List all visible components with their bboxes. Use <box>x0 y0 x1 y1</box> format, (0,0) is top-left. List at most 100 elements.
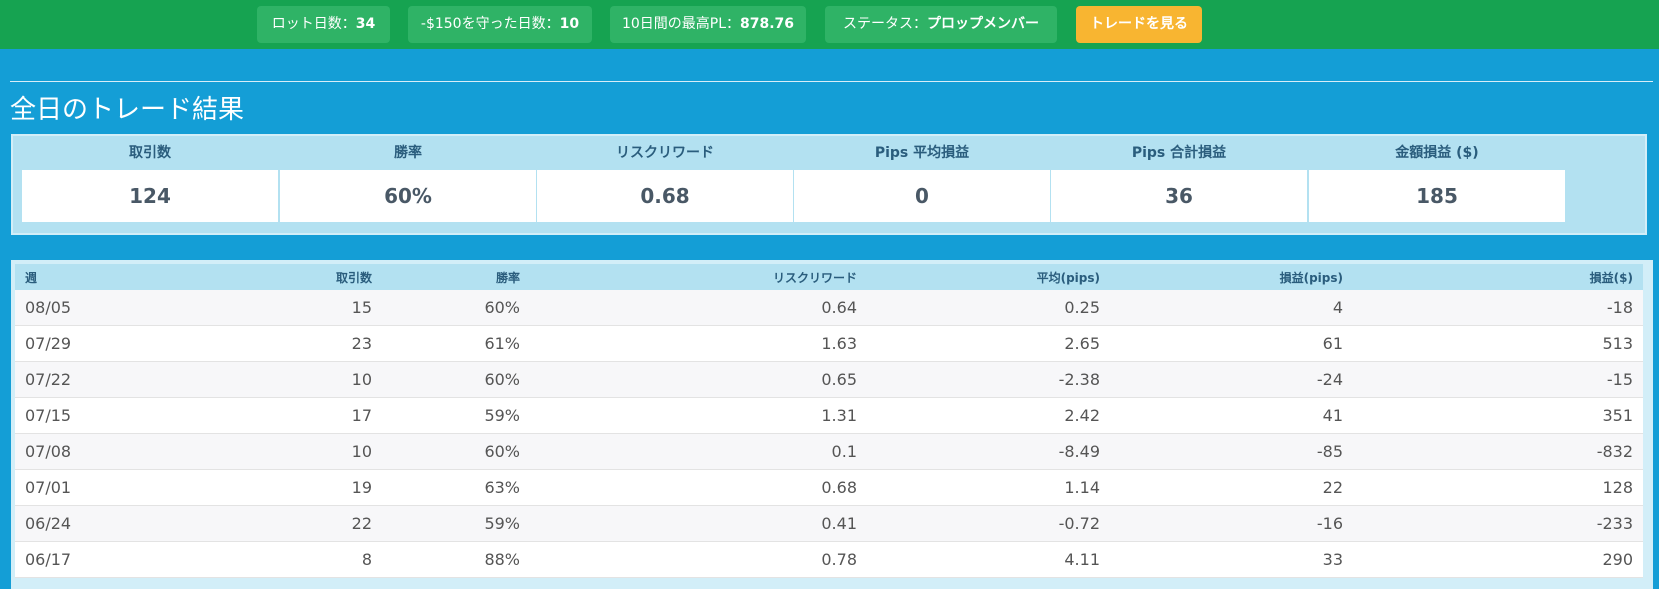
table-cell: 0.64 <box>530 290 867 326</box>
protected-days-pill: -$150を守った日数：10 <box>408 6 592 43</box>
stat-risk-reward: リスクリワード 0.68 <box>537 136 793 222</box>
table-cell: 23 <box>202 325 382 362</box>
stat-pips-average: Pips 平均損益 0 <box>794 136 1050 222</box>
section-title: 全日のトレード結果 <box>10 95 245 125</box>
stat-value: 124 <box>22 170 278 222</box>
stat-value: 36 <box>1051 170 1307 222</box>
table-cell: 41 <box>1110 397 1353 434</box>
stat-value: 60% <box>280 170 536 222</box>
table-cell: 0.1 <box>530 433 867 470</box>
section-divider <box>10 81 1653 82</box>
table-cell: -18 <box>1353 290 1643 326</box>
table-cell: 88% <box>382 541 530 578</box>
table-cell: 2.65 <box>867 325 1110 362</box>
table-cell: 351 <box>1353 397 1643 434</box>
stat-label: Pips 合計損益 <box>1131 145 1227 161</box>
max-pl-value: 878.76 <box>740 16 795 32</box>
view-trades-button[interactable]: トレードを見る <box>1076 6 1202 43</box>
stat-pips-total: Pips 合計損益 36 <box>1051 136 1307 222</box>
table-cell: 8 <box>202 541 382 578</box>
table-cell: 128 <box>1353 469 1643 506</box>
table-cell: 19 <box>202 469 382 506</box>
table-cell: 15 <box>202 290 382 326</box>
stat-value: 185 <box>1309 170 1565 222</box>
table-cell: 07/29 <box>15 325 202 362</box>
stat-win-rate: 勝率 60% <box>280 136 536 222</box>
table-cell: 61 <box>1110 325 1353 362</box>
table-cell: 0.68 <box>530 469 867 506</box>
table-cell: 22 <box>202 505 382 542</box>
table-cell: 60% <box>382 433 530 470</box>
lot-days-value: 34 <box>355 16 376 32</box>
table-cell: 07/08 <box>15 433 202 470</box>
table-cell: 290 <box>1353 541 1643 578</box>
protected-days-label: -$150を守った日数： <box>420 16 560 32</box>
column-header-risk-reward[interactable]: リスクリワード <box>530 264 867 290</box>
lot-days-label: ロット日数： <box>271 16 356 32</box>
table-cell: 4 <box>1110 290 1353 326</box>
table-cell: 1.14 <box>867 469 1110 506</box>
table-cell: -16 <box>1110 505 1353 542</box>
table-row: 07/15 17 59% 1.31 2.42 41 351 <box>15 397 1643 434</box>
weekly-results-table-panel: 週 取引数 勝率 リスクリワード 平均(pips) 損益(pips) 損益($)… <box>11 260 1653 589</box>
stat-label: リスクリワード <box>616 145 714 161</box>
summary-stats-panel: 取引数 124 勝率 60% リスクリワード 0.68 Pips 平均損益 0 … <box>11 134 1647 235</box>
table-row: 06/17 8 88% 0.78 4.11 33 290 <box>15 541 1643 578</box>
column-header-pl-dollars[interactable]: 損益($) <box>1353 264 1643 290</box>
table-cell: 22 <box>1110 469 1353 506</box>
status-label: ステータス： <box>843 16 927 32</box>
table-cell: 60% <box>382 290 530 326</box>
max-pl-pill: 10日間の最高PL：878.76 <box>610 6 806 43</box>
table-cell: 2.42 <box>867 397 1110 434</box>
table-cell: 06/17 <box>15 541 202 578</box>
column-header-pl-pips[interactable]: 損益(pips) <box>1110 264 1353 290</box>
table-cell: 60% <box>382 361 530 398</box>
table-row: 07/22 10 60% 0.65 -2.38 -24 -15 <box>15 361 1643 398</box>
status-value: プロップメンバー <box>927 16 1039 32</box>
table-cell: 17 <box>202 397 382 434</box>
table-cell: 513 <box>1353 325 1643 362</box>
table-row: 07/29 23 61% 1.63 2.65 61 513 <box>15 325 1643 362</box>
stat-label: Pips 平均損益 <box>874 145 970 161</box>
table-cell: -24 <box>1110 361 1353 398</box>
table-cell: -8.49 <box>867 433 1110 470</box>
table-cell: 0.65 <box>530 361 867 398</box>
column-header-week[interactable]: 週 <box>15 264 202 290</box>
table-cell: -15 <box>1353 361 1643 398</box>
table-cell: 1.31 <box>530 397 867 434</box>
status-pill: ステータス：プロップメンバー <box>825 6 1057 43</box>
column-header-avg-pips[interactable]: 平均(pips) <box>867 264 1110 290</box>
table-cell: 10 <box>202 433 382 470</box>
stat-label: 金額損益 ($) <box>1395 145 1479 161</box>
table-cell: 0.41 <box>530 505 867 542</box>
table-cell: 07/22 <box>15 361 202 398</box>
table-row: 07/01 19 63% 0.68 1.14 22 128 <box>15 469 1643 506</box>
table-cell: 33 <box>1110 541 1353 578</box>
table-cell: 1.63 <box>530 325 867 362</box>
table-cell: -0.72 <box>867 505 1110 542</box>
top-status-bar: ロット日数：34 -$150を守った日数：10 10日間の最高PL：878.76… <box>0 0 1659 49</box>
table-cell: 0.25 <box>867 290 1110 326</box>
stat-label: 取引数 <box>129 145 171 161</box>
column-header-trades[interactable]: 取引数 <box>202 264 382 290</box>
weekly-results-table: 週 取引数 勝率 リスクリワード 平均(pips) 損益(pips) 損益($)… <box>15 264 1643 578</box>
lot-days-pill: ロット日数：34 <box>257 6 390 43</box>
table-cell: 07/01 <box>15 469 202 506</box>
table-row: 06/24 22 59% 0.41 -0.72 -16 -233 <box>15 505 1643 542</box>
table-cell: 61% <box>382 325 530 362</box>
table-cell: 08/05 <box>15 290 202 326</box>
stat-value: 0 <box>794 170 1050 222</box>
stat-value: 0.68 <box>537 170 793 222</box>
max-pl-label: 10日間の最高PL： <box>621 16 741 32</box>
table-row: 07/08 10 60% 0.1 -8.49 -85 -832 <box>15 433 1643 470</box>
table-cell: 59% <box>382 397 530 434</box>
stat-dollar-pl: 金額損益 ($) 185 <box>1309 136 1565 222</box>
table-row: 08/05 15 60% 0.64 0.25 4 -18 <box>15 290 1643 326</box>
protected-days-value: 10 <box>559 16 580 32</box>
table-cell: -85 <box>1110 433 1353 470</box>
table-cell: -233 <box>1353 505 1643 542</box>
column-header-win-rate[interactable]: 勝率 <box>382 264 530 290</box>
table-cell: 59% <box>382 505 530 542</box>
table-cell: 63% <box>382 469 530 506</box>
table-cell: 07/15 <box>15 397 202 434</box>
